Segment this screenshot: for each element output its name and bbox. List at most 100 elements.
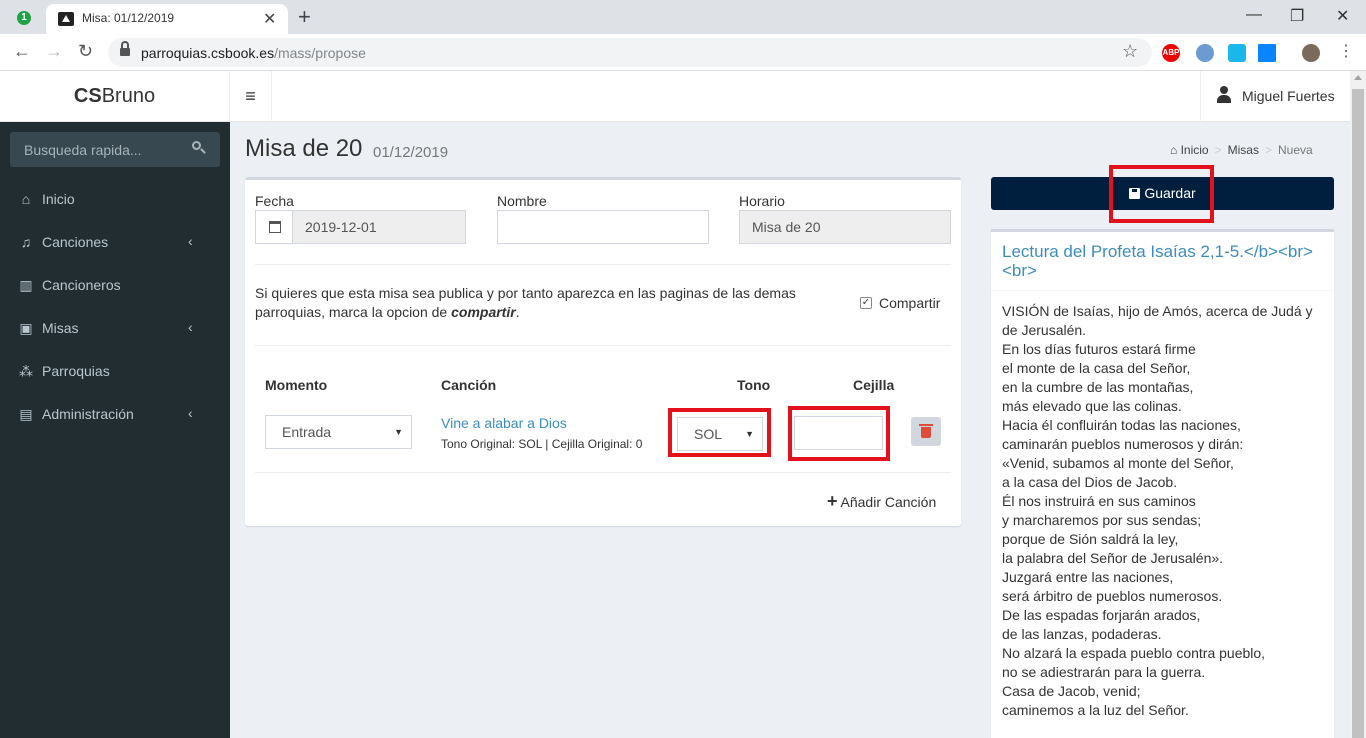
bookmark-star-icon[interactable]: ☆ [1122, 41, 1138, 62]
horario-field[interactable]: Misa de 20 [739, 210, 951, 244]
site-favicon-icon [58, 12, 74, 26]
browser-menu-icon[interactable]: ⋮ [1338, 41, 1354, 61]
sidebar-item-cancioneros[interactable]: ▥ Cancioneros [0, 264, 230, 307]
home-icon: ⌂ [1170, 143, 1178, 157]
fecha-label: Fecha [255, 193, 294, 209]
windows-icon[interactable] [1258, 44, 1276, 62]
reading-line: el monte de la casa del Señor, [1002, 360, 1191, 376]
reading-line: de las lanzas, podaderas. [1002, 626, 1162, 642]
page-subtitle: 01/12/2019 [373, 144, 449, 161]
divider [991, 290, 1334, 291]
song-original-info: Tono Original: SOL | Cejilla Original: 0 [441, 437, 643, 451]
share-info-text: Si quieres que esta misa sea publica y p… [255, 285, 796, 320]
tono-highlight [668, 408, 771, 457]
chevron-left-icon: ‹ [188, 405, 193, 421]
sidebar-item-canciones[interactable]: ♫ Canciones ‹ [0, 221, 230, 264]
share-label: Compartir [879, 295, 941, 311]
chevron-left-icon: ‹ [188, 233, 193, 249]
browser-toolbar: ← → ↻ parroquias.csbook.es/mass/propose … [0, 34, 1366, 71]
nombre-field[interactable] [497, 210, 709, 244]
search-input[interactable]: Busqueda rapida... [24, 142, 142, 158]
reading-line: no se adiestrarán para la guerra. [1002, 664, 1206, 680]
horario-label: Horario [739, 193, 785, 209]
tab-title: Misa: 01/12/2019 [82, 11, 175, 25]
reading-title: Lectura del Profeta Isaías 2,1-5.</b><br… [1002, 242, 1313, 280]
tab-counter-badge[interactable]: 1 [14, 9, 34, 27]
lock-icon [120, 41, 130, 57]
reading-line: caminarán pueblos numerosos y dirán: [1002, 436, 1244, 452]
breadcrumb-misas[interactable]: Misas [1228, 143, 1259, 157]
back-icon[interactable]: ← [13, 41, 31, 62]
plus-icon: + [827, 491, 838, 511]
page-title: Misa de 20 [245, 135, 363, 162]
sidebar-item-inicio[interactable]: ⌂ Inicio [0, 178, 230, 221]
sitemap-icon: ⁂ [19, 363, 33, 379]
reading-line: porque de Sión saldrá la ley, [1002, 531, 1179, 547]
divider [255, 345, 951, 346]
search-icon[interactable] [192, 141, 206, 155]
user-name: Miguel Fuertes [1242, 88, 1335, 104]
momento-select[interactable]: Entrada ▼ [265, 415, 412, 449]
tab-counter-value: 1 [17, 11, 31, 25]
url-text: parroquias.csbook.es/mass/propose [141, 45, 366, 61]
breadcrumb-nueva: Nueva [1277, 143, 1313, 157]
user-icon [1217, 86, 1231, 104]
fecha-field[interactable]: 2019-12-01 [292, 210, 466, 244]
reading-line: de Jerusalén. [1002, 322, 1087, 338]
sidebar-item-administracion[interactable]: ▤ Administración ‹ [0, 393, 230, 436]
app-logo[interactable]: CSBruno [0, 71, 230, 122]
reading-line: a la casa del Dios de Jacob. [1002, 474, 1178, 490]
calendar-icon [269, 221, 281, 233]
tab-close-icon[interactable]: ✕ [263, 9, 276, 29]
calendar-addon[interactable] [255, 210, 293, 244]
breadcrumb-inicio[interactable]: Inicio [1181, 143, 1209, 157]
new-tab-icon[interactable]: + [298, 4, 311, 30]
browser-tabbar: 1 Misa: 01/12/2019 ✕ + — ❐ ✕ [0, 0, 1366, 34]
nombre-label: Nombre [497, 193, 547, 209]
reading-line: En los días futuros estará firme [1002, 341, 1196, 357]
scroll-thumb[interactable] [1352, 89, 1364, 738]
forward-icon[interactable]: → [45, 41, 63, 62]
user-menu[interactable]: Miguel Fuertes [1200, 71, 1350, 122]
address-bar[interactable]: parroquias.csbook.es/mass/propose ☆ [108, 38, 1152, 67]
abp-icon[interactable]: ABP [1162, 44, 1180, 62]
book-icon: ▥ [19, 277, 33, 293]
reading-body: VISIÓN de Isaías, hijo de Amós, acerca d… [1002, 302, 1324, 720]
momento-value: Entrada [282, 424, 332, 440]
profile-avatar[interactable] [1302, 44, 1320, 62]
chevron-left-icon: ‹ [188, 319, 193, 335]
ff-icon[interactable] [1196, 44, 1214, 62]
reading-line: No alzará la espada pueblo contra pueblo… [1002, 645, 1266, 661]
minimize-icon[interactable]: — [1246, 6, 1262, 24]
sidebar-item-label: Misas [42, 320, 79, 336]
briefcase-icon: ▤ [19, 406, 33, 422]
scroll-up-icon[interactable] [1354, 75, 1362, 80]
breadcrumb: ⌂ Inicio > Misas > Nueva [1170, 143, 1313, 157]
sidebar-search[interactable]: Busqueda rapida... [10, 132, 220, 167]
v-icon[interactable] [1228, 44, 1246, 62]
sidebar-item-parroquias[interactable]: ⁂ Parroquias [0, 350, 230, 393]
calendar-plus-icon: ▣ [19, 320, 33, 336]
window-close-icon[interactable]: ✕ [1336, 6, 1349, 26]
col-tono: Tono [737, 377, 771, 393]
mass-form-box: Fecha 2019-12-01 Nombre Horario Misa de … [245, 177, 961, 526]
reading-line: Hacia él confluirán todas las naciones, [1002, 417, 1241, 433]
caret-down-icon: ▼ [394, 427, 403, 437]
browser-tab[interactable]: Misa: 01/12/2019 ✕ [46, 4, 288, 34]
delete-song-button[interactable] [911, 417, 941, 446]
sidebar-item-label: Canciones [42, 234, 109, 250]
sidebar-item-misas[interactable]: ▣ Misas ‹ [0, 307, 230, 350]
app-header: CSBruno ≡ Miguel Fuertes [0, 71, 1350, 122]
reading-line: Él nos instruirá en sus caminos [1002, 493, 1196, 509]
save-highlight [1109, 165, 1214, 223]
sidebar-toggle-icon[interactable]: ≡ [230, 71, 272, 122]
song-link[interactable]: Vine a alabar a Dios [441, 415, 567, 431]
sidebar: Busqueda rapida... ⌂ Inicio ♫ Canciones … [0, 122, 230, 738]
reading-line: VISIÓN de Isaías, hijo de Amós, acerca d… [1002, 303, 1313, 319]
restore-icon[interactable]: ❐ [1290, 6, 1304, 26]
share-checkbox[interactable]: ✓ [860, 297, 872, 309]
reload-icon[interactable]: ↻ [78, 41, 93, 62]
page-scrollbar[interactable] [1350, 71, 1366, 738]
add-song-button[interactable]: + Añadir Canción [827, 491, 936, 512]
col-momento: Momento [265, 377, 328, 393]
